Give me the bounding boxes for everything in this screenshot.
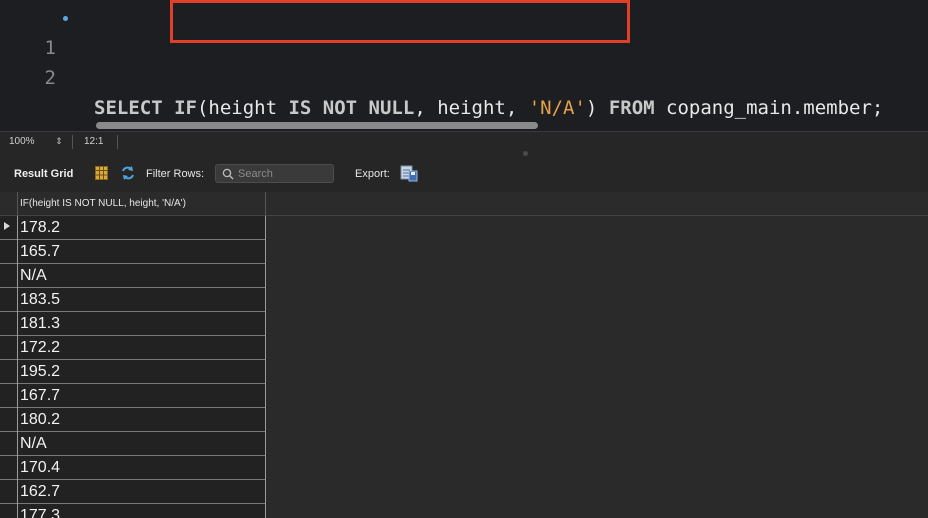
sql-token: , height,: [414, 97, 529, 119]
table-row[interactable]: 181.3: [0, 312, 928, 336]
table-cell[interactable]: N/A: [17, 432, 266, 456]
table-row[interactable]: 165.7: [0, 240, 928, 264]
sql-editor[interactable]: 1 SELECT IF(height IS NOT NULL, height, …: [0, 0, 928, 131]
divider: [117, 135, 118, 149]
result-toolbar: Result Grid Filter Rows: Export:: [0, 157, 928, 192]
sql-token: SELECT: [94, 97, 175, 119]
filter-search-input[interactable]: [238, 166, 330, 182]
table-row[interactable]: 195.2: [0, 360, 928, 384]
grid-header-row: IF(height IS NOT NULL, height, 'N/A'): [0, 192, 928, 216]
filter-search-box[interactable]: [215, 164, 334, 183]
table-cell[interactable]: 165.7: [17, 240, 266, 264]
table-cell[interactable]: 170.4: [17, 456, 266, 480]
row-empty-area: [266, 408, 928, 432]
sql-statement[interactable]: SELECT IF(height IS NOT NULL, height, 'N…: [94, 93, 883, 123]
export-icon[interactable]: [400, 164, 418, 182]
table-cell[interactable]: N/A: [17, 264, 266, 288]
table-cell[interactable]: 180.2: [17, 408, 266, 432]
grid-rows: 178.2 165.7 N/A 183.5 181.3 172.2 195.2 167.7 18…: [0, 216, 928, 518]
line-number: 2: [44, 67, 56, 89]
table-cell[interactable]: 178.2: [17, 216, 266, 240]
row-empty-area: [266, 312, 928, 336]
sql-token: FROM: [608, 97, 655, 119]
table-cell[interactable]: 177.3: [17, 504, 266, 518]
row-empty-area: [266, 384, 928, 408]
result-grid-title[interactable]: Result Grid: [14, 168, 73, 180]
table-row[interactable]: 180.2: [0, 408, 928, 432]
table-row[interactable]: 177.3: [0, 504, 928, 518]
table-row[interactable]: 167.7: [0, 384, 928, 408]
row-empty-area: [266, 456, 928, 480]
zoom-stepper-icon[interactable]: ⇕: [52, 134, 66, 149]
row-empty-area: [266, 336, 928, 360]
divider: [72, 135, 73, 149]
splitter-handle-icon[interactable]: [523, 151, 528, 156]
table-row[interactable]: 162.7: [0, 480, 928, 504]
row-empty-area: [266, 504, 928, 518]
table-cell[interactable]: 167.7: [17, 384, 266, 408]
table-cell[interactable]: 172.2: [17, 336, 266, 360]
table-row[interactable]: 172.2: [0, 336, 928, 360]
table-row[interactable]: 183.5: [0, 288, 928, 312]
table-row[interactable]: N/A: [0, 264, 928, 288]
table-row[interactable]: 170.4: [0, 456, 928, 480]
sql-token: copang_main.member;: [654, 97, 884, 119]
row-empty-area: [266, 480, 928, 504]
row-empty-area: [266, 264, 928, 288]
table-row[interactable]: 178.2: [0, 216, 928, 240]
column-header[interactable]: IF(height IS NOT NULL, height, 'N/A'): [17, 192, 266, 216]
editor-status-bar: 100% ⇕ 12:1: [0, 131, 928, 151]
sql-token: 'N/A': [528, 97, 586, 119]
table-cell[interactable]: 183.5: [17, 288, 266, 312]
sql-token: IS NOT NULL: [288, 97, 415, 119]
sql-token: IF: [174, 97, 197, 119]
filter-rows-label: Filter Rows:: [146, 168, 205, 180]
table-cell[interactable]: 162.7: [17, 480, 266, 504]
table-row[interactable]: N/A: [0, 432, 928, 456]
row-empty-area: [266, 240, 928, 264]
grid-icon[interactable]: [95, 166, 108, 180]
row-empty-area: [266, 432, 928, 456]
sql-token: (height: [196, 97, 289, 119]
cursor-position: 12:1: [84, 136, 104, 147]
search-icon: [222, 168, 234, 180]
statement-marker-icon: [63, 16, 68, 21]
row-empty-area: [266, 360, 928, 384]
result-grid[interactable]: IF(height IS NOT NULL, height, 'N/A') 17…: [0, 192, 928, 518]
refresh-icon[interactable]: [120, 165, 136, 181]
table-cell[interactable]: 181.3: [17, 312, 266, 336]
sql-token: ): [585, 97, 609, 119]
table-cell[interactable]: 195.2: [17, 360, 266, 384]
highlight-box: [170, 0, 630, 43]
row-empty-area: [266, 288, 928, 312]
zoom-level: 100%: [9, 136, 35, 147]
horizontal-scrollbar[interactable]: [96, 122, 538, 129]
row-pointer-icon: [4, 222, 10, 230]
row-empty-area: [266, 216, 928, 240]
export-label: Export:: [355, 168, 390, 180]
